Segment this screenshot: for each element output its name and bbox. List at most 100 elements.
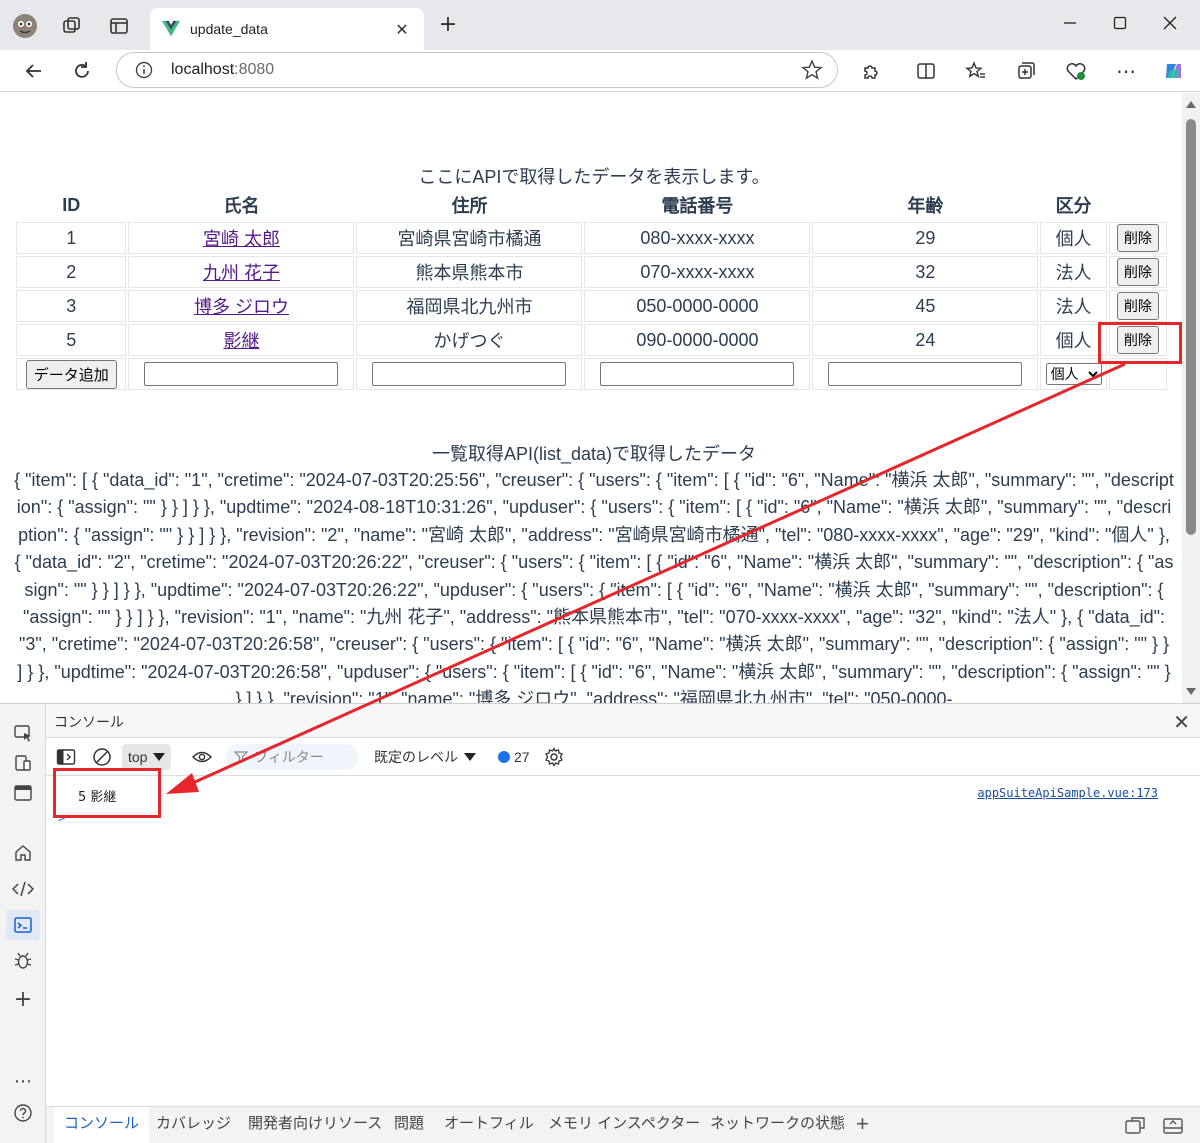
close-window-icon[interactable] [1150, 8, 1190, 38]
cell-address: 熊本県熊本市 [356, 256, 583, 288]
message-icon [498, 751, 510, 763]
cell-id: 3 [16, 290, 127, 322]
copilot-icon[interactable] [1161, 58, 1187, 84]
help-icon[interactable] [12, 1102, 34, 1124]
workspaces-icon[interactable] [58, 13, 84, 39]
cell-name: 宮崎 太郎 [128, 222, 355, 254]
tel-input[interactable] [600, 362, 795, 386]
scroll-up-icon[interactable] [1186, 101, 1196, 108]
log-level-selector[interactable]: 既定のレベル [374, 747, 476, 767]
table-header-row: ID 氏名 住所 電話番号 年齢 区分 [16, 190, 1167, 220]
context-selector[interactable]: top [122, 744, 172, 770]
minimize-icon[interactable] [1050, 8, 1090, 38]
tab-actions-icon[interactable] [106, 13, 132, 39]
cell-tel-input [584, 358, 811, 390]
close-devtools-icon[interactable]: ✕ [1173, 710, 1190, 734]
tab-issues[interactable]: 問題 [384, 1107, 434, 1143]
tab-console[interactable]: コンソール [54, 1107, 150, 1143]
page-scrollbar[interactable] [1182, 93, 1200, 703]
browser-tab[interactable]: update_data ✕ [150, 8, 424, 50]
highlight-box-log [53, 768, 161, 818]
dropdown-arrow-icon [153, 753, 166, 761]
cell-tel: 090-0000-0000 [584, 324, 811, 356]
add-row: データ追加 個人 [16, 358, 1167, 390]
favorite-star-icon[interactable] [801, 59, 823, 81]
cell-action: 削除 [1108, 290, 1167, 322]
tab-close-icon[interactable]: ✕ [392, 20, 412, 39]
message-count: 27 [514, 749, 530, 765]
cell-name: 影継 [128, 324, 355, 356]
cell-kind: 法人 [1040, 256, 1107, 288]
delete-button[interactable]: 削除 [1116, 292, 1159, 320]
elements-code-icon[interactable] [12, 878, 34, 900]
address-bar[interactable]: localhost:8080 [116, 52, 838, 88]
table-row: 3 博多 ジロウ 福岡県北九州市 050-0000-0000 45 法人 削除 [16, 290, 1167, 322]
back-icon[interactable] [20, 58, 48, 84]
collections-icon[interactable] [1013, 58, 1039, 84]
name-link[interactable]: 影継 [223, 331, 259, 351]
age-input[interactable] [828, 362, 1023, 386]
header-action [1109, 190, 1167, 220]
table-row: 2 九州 花子 熊本県熊本市 070-xxxx-xxxx 32 法人 削除 [16, 256, 1167, 288]
cell-kind: 法人 [1040, 290, 1107, 322]
tab-autofill[interactable]: オートフィル [434, 1107, 544, 1143]
cell-id: 5 [16, 324, 127, 356]
console-filter-input[interactable]: フィルター [226, 744, 358, 770]
delete-button[interactable]: 削除 [1116, 258, 1159, 286]
sources-debug-icon[interactable] [12, 950, 34, 972]
more-options-icon[interactable]: ⋯ [1113, 58, 1139, 84]
header-age: 年齢 [907, 196, 944, 216]
live-expression-eye-icon[interactable] [192, 747, 212, 767]
highlight-box-delete [1098, 322, 1182, 364]
name-link[interactable]: 博多 ジロウ [194, 297, 289, 317]
extensions-icon[interactable] [858, 58, 884, 84]
welcome-home-icon[interactable] [12, 842, 34, 864]
header-tel: 電話番号 [661, 196, 734, 216]
refresh-icon[interactable] [68, 58, 96, 84]
cell-name: 九州 花子 [128, 256, 355, 288]
address-input[interactable] [372, 362, 567, 386]
name-link[interactable]: 宮崎 太郎 [203, 229, 280, 249]
device-emulation-icon[interactable] [12, 752, 34, 774]
console-settings-gear-icon[interactable] [544, 747, 564, 767]
clear-console-icon[interactable] [92, 747, 112, 767]
quick-view-icon[interactable] [1124, 1116, 1146, 1136]
json-output: { "item": [ { "data_id": "1", "cretime":… [14, 470, 1174, 703]
favorites-icon[interactable] [963, 58, 989, 84]
name-input[interactable] [144, 362, 339, 386]
site-info-icon[interactable] [135, 61, 153, 79]
inspect-element-icon[interactable] [12, 722, 34, 744]
tab-memory-inspector[interactable]: メモリ インスペクター [538, 1107, 710, 1143]
console-panel-icon[interactable] [6, 910, 40, 940]
cell-add: データ追加 [16, 358, 127, 390]
tab-coverage[interactable]: カバレッジ [146, 1107, 241, 1143]
new-tab-icon[interactable]: + [436, 14, 460, 38]
dock-window-icon[interactable] [12, 782, 34, 804]
scrollbar-thumb[interactable] [1186, 119, 1196, 535]
header-name: 氏名 [223, 196, 260, 216]
add-tool-icon[interactable]: + [856, 1111, 869, 1137]
more-options-icon[interactable]: ⋯ [12, 1070, 34, 1092]
cell-tel: 080-xxxx-xxxx [584, 222, 811, 254]
message-count-badge[interactable]: 27 [498, 747, 530, 767]
delete-button[interactable]: 削除 [1116, 224, 1159, 252]
name-link[interactable]: 九州 花子 [203, 263, 280, 283]
kind-select[interactable]: 個人 [1045, 363, 1102, 385]
dock-bottom-icon[interactable] [1162, 1116, 1184, 1136]
maximize-icon[interactable] [1100, 8, 1140, 38]
console-log-source-link[interactable]: appSuiteApiSample.vue:173 [977, 786, 1158, 800]
profile-avatar-icon[interactable] [12, 13, 38, 39]
add-data-button[interactable]: データ追加 [25, 359, 117, 389]
cell-age: 24 [812, 324, 1039, 356]
cell-action: 削除 [1108, 222, 1167, 254]
sidebar-toggle-icon[interactable] [56, 747, 76, 767]
cell-age: 32 [812, 256, 1039, 288]
more-tools-plus-icon[interactable]: + [12, 987, 34, 1012]
tab-network-conditions[interactable]: ネットワークの状態 [700, 1107, 855, 1143]
scroll-down-icon[interactable] [1186, 688, 1196, 695]
split-screen-icon[interactable] [913, 58, 939, 84]
dropdown-arrow-icon [464, 753, 476, 761]
browser-essentials-icon[interactable] [1063, 58, 1089, 84]
tab-developer-resources[interactable]: 開発者向けリソース [238, 1107, 392, 1143]
navigation-bar: localhost:8080 ⋯ [0, 50, 1200, 92]
